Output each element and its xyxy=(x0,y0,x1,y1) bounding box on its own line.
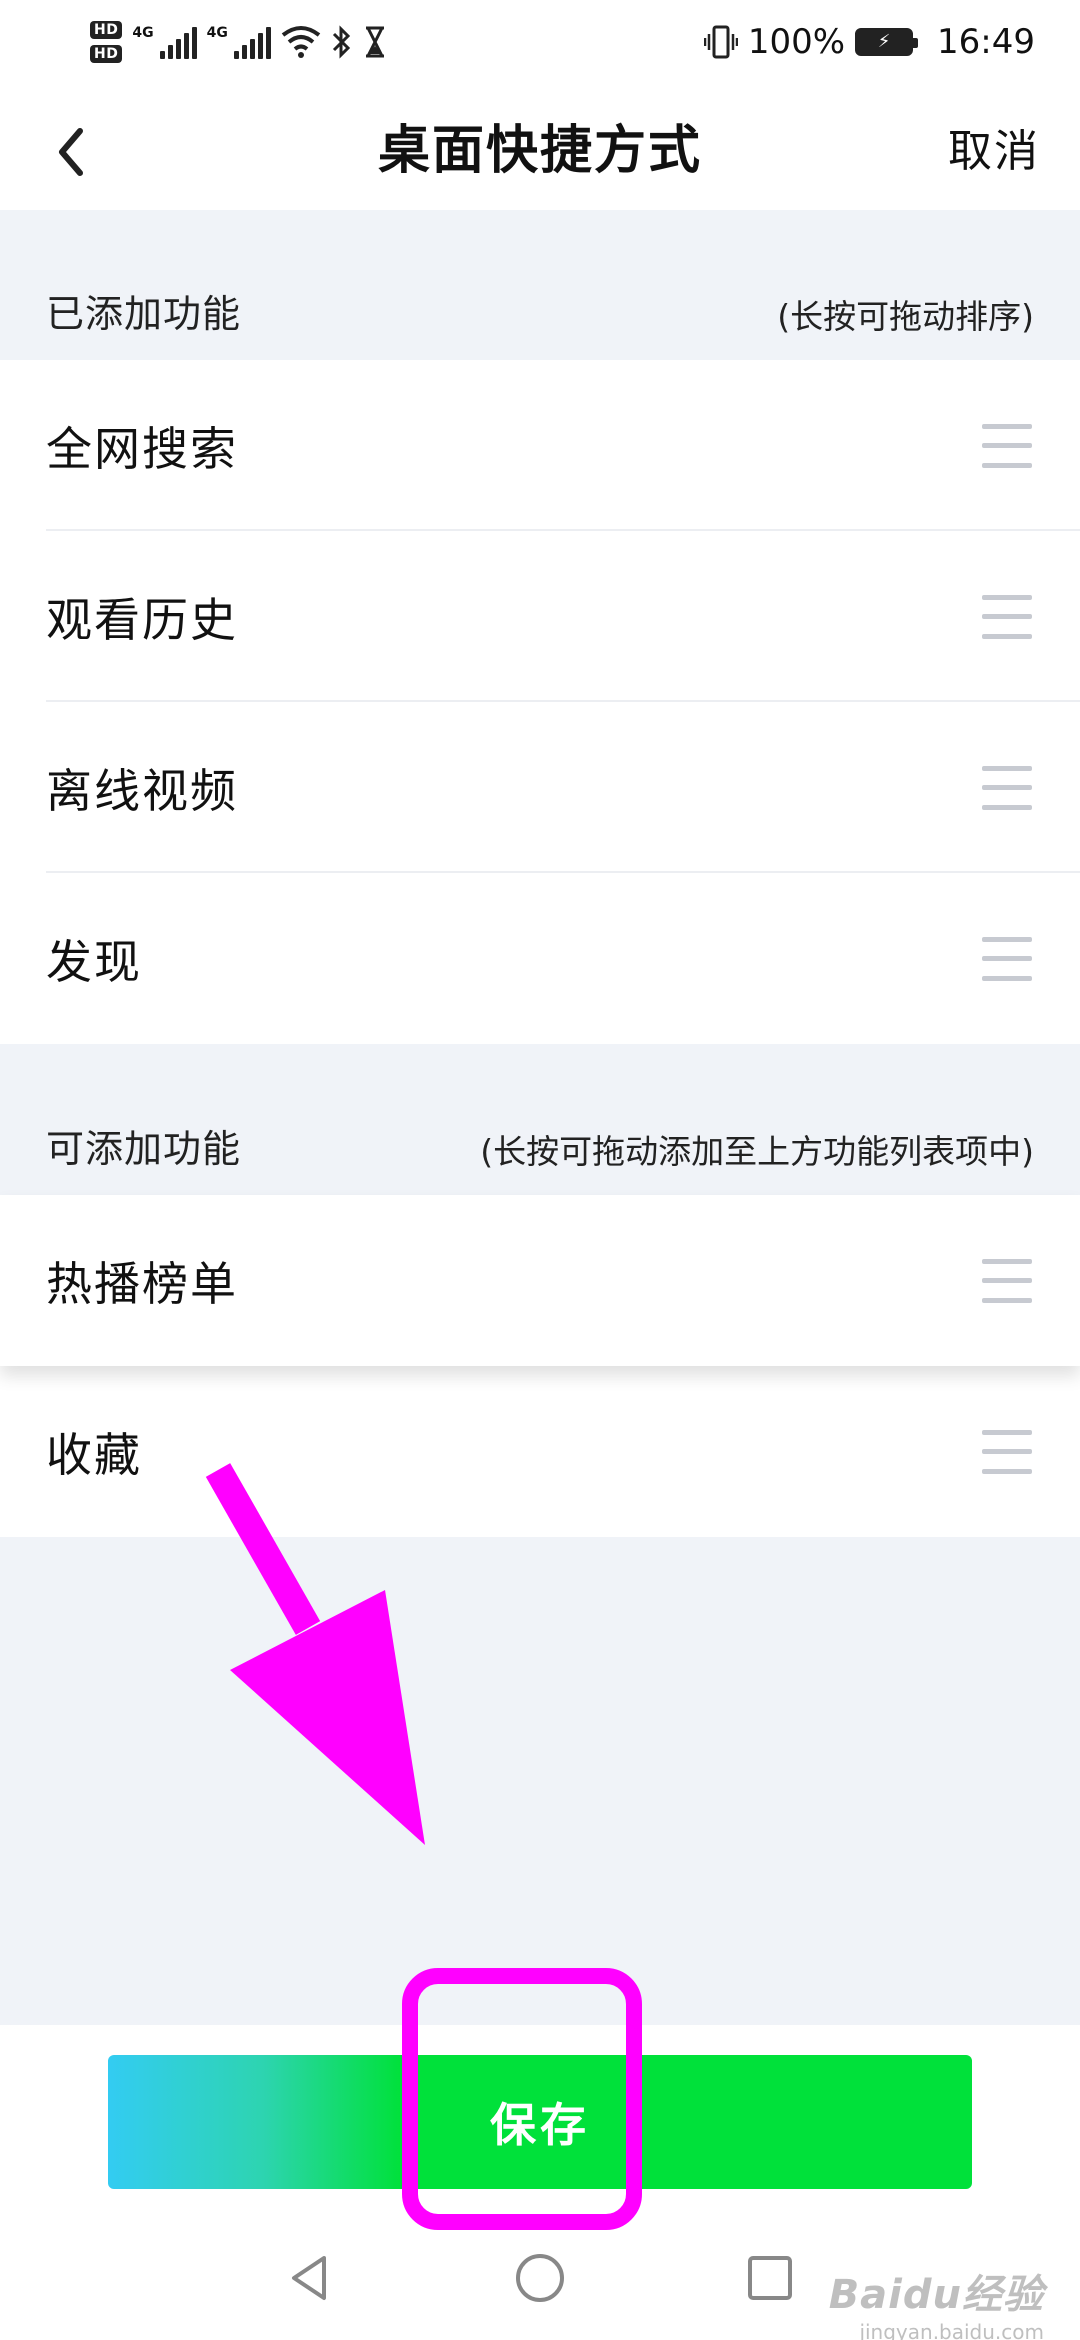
drag-handle-icon[interactable] xyxy=(982,936,1032,981)
hd-indicators: HD HD xyxy=(90,21,123,63)
watermark-sub-text: jingyan.baidu.com xyxy=(859,2320,1044,2340)
list-item[interactable]: 收藏 xyxy=(0,1366,1080,1537)
status-right-group: 100% ⚡ 16:49 xyxy=(703,12,1035,72)
network-type-2: 4G xyxy=(206,25,228,41)
list-item-label: 热播榜单 xyxy=(46,1256,238,1311)
list-item[interactable]: 离线视频 xyxy=(0,702,1080,873)
hd-badge-2: HD xyxy=(90,45,123,63)
list-item[interactable]: 全网搜索 xyxy=(0,360,1080,531)
list-item-label: 发现 xyxy=(46,934,142,989)
shortcut-settings-screen: HD HD 4G 4G 100% ⚡ 16:49 桌面快捷方式 取消 已添加功能… xyxy=(0,0,1080,2340)
page-title: 桌面快捷方式 xyxy=(377,121,702,181)
battery-percent: 100% xyxy=(747,22,846,62)
hourglass-icon xyxy=(365,26,384,58)
added-section-header: 已添加功能 (长按可拖动排序) xyxy=(0,260,1080,360)
signal-strength-icon: 4G xyxy=(132,25,197,59)
cancel-button[interactable]: 取消 xyxy=(948,115,1040,179)
added-section-hint: (长按可拖动排序) xyxy=(777,297,1034,336)
app-header: 桌面快捷方式 取消 xyxy=(0,90,1080,210)
list-item-label: 离线视频 xyxy=(46,763,238,818)
list-item[interactable]: 热播榜单 xyxy=(0,1195,1080,1366)
battery-icon: ⚡ xyxy=(855,28,919,56)
drag-handle-icon[interactable] xyxy=(982,594,1032,639)
signal-strength-icon-2: 4G xyxy=(207,25,271,59)
added-section-title: 已添加功能 xyxy=(46,292,242,336)
wifi-icon xyxy=(281,26,321,58)
list-item-label: 收藏 xyxy=(46,1427,142,1482)
bluetooth-icon xyxy=(332,25,350,59)
annotation-highlight-box xyxy=(402,1968,642,2230)
watermark-main-text: Baidu经验 xyxy=(828,2272,1044,2318)
status-bar: HD HD 4G 4G 100% ⚡ 16:49 xyxy=(0,0,1080,90)
available-section-header: 可添加功能 (长按可拖动添加至上方功能列表项中) xyxy=(0,1095,1080,1195)
list-item[interactable]: 观看历史 xyxy=(0,531,1080,702)
clock-time: 16:49 xyxy=(937,22,1035,62)
network-type-1: 4G xyxy=(132,25,154,41)
circle-home-icon[interactable] xyxy=(510,2248,570,2308)
baidu-watermark: Baidu经验 jingyan.baidu.com xyxy=(829,2262,1044,2340)
available-functions-list: 热播榜单 收藏 xyxy=(0,1195,1080,1537)
drag-handle-icon[interactable] xyxy=(982,1258,1032,1303)
list-item[interactable]: 发现 xyxy=(0,873,1080,1044)
added-functions-list: 全网搜索 观看历史 离线视频 发现 xyxy=(0,360,1080,1044)
drag-handle-icon[interactable] xyxy=(982,765,1032,810)
available-section-title: 可添加功能 xyxy=(46,1127,242,1171)
drag-handle-icon[interactable] xyxy=(982,1429,1032,1474)
list-item-label: 全网搜索 xyxy=(46,421,238,476)
available-section-hint: (长按可拖动添加至上方功能列表项中) xyxy=(480,1132,1034,1171)
hd-badge-1: HD xyxy=(90,21,123,39)
square-recents-icon[interactable] xyxy=(740,2248,800,2308)
drag-handle-icon[interactable] xyxy=(982,423,1032,468)
triangle-back-icon[interactable] xyxy=(280,2248,340,2308)
status-left-group: HD HD 4G 4G xyxy=(90,12,387,72)
list-item-label: 观看历史 xyxy=(46,592,238,647)
vibrate-icon xyxy=(703,25,738,59)
